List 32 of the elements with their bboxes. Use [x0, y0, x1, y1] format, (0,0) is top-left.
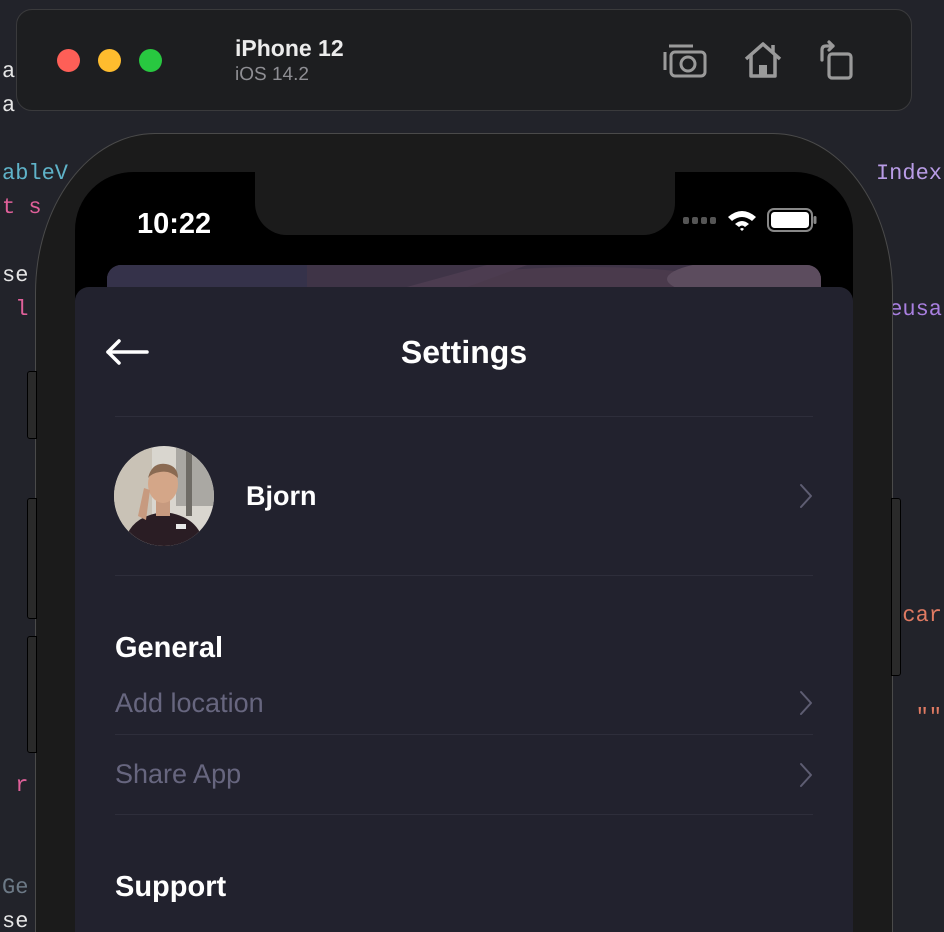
wifi-icon — [727, 209, 757, 231]
code-text: car — [902, 602, 942, 630]
code-text: r — [14, 772, 28, 800]
code-text: se — [2, 908, 28, 932]
chevron-right-icon — [799, 762, 813, 788]
status-time: 10:22 — [137, 207, 212, 242]
chevron-right-icon — [799, 690, 813, 716]
os-version: iOS 14.2 — [235, 62, 310, 86]
section-heading: Support — [115, 873, 228, 902]
profile-name: Bjorn — [246, 480, 316, 513]
code-text: "" — [916, 704, 942, 732]
settings-row[interactable]: Add location — [115, 672, 813, 734]
device-name: iPhone 12 — [235, 34, 344, 62]
camera-icon[interactable] — [663, 42, 707, 78]
code-text: a — [2, 58, 16, 86]
home-icon[interactable] — [743, 41, 783, 79]
back-arrow-icon[interactable] — [105, 338, 149, 366]
code-text: t s — [2, 194, 42, 222]
chevron-right-icon — [799, 483, 813, 509]
battery-icon — [767, 208, 817, 232]
code-text: Ge — [2, 874, 28, 902]
signal-icon — [683, 216, 717, 224]
settings-row[interactable]: Share App — [115, 735, 813, 814]
code-text: se — [2, 262, 28, 290]
code-text: a — [2, 92, 16, 120]
code-text: l — [14, 296, 28, 324]
section-heading: General — [115, 634, 224, 663]
screen-title: Settings — [400, 332, 528, 372]
profile-row[interactable]: Bjorn — [115, 417, 813, 575]
code-text: ableV — [2, 160, 68, 188]
rotate-icon[interactable] — [819, 40, 853, 80]
code-text: Index — [876, 160, 942, 188]
